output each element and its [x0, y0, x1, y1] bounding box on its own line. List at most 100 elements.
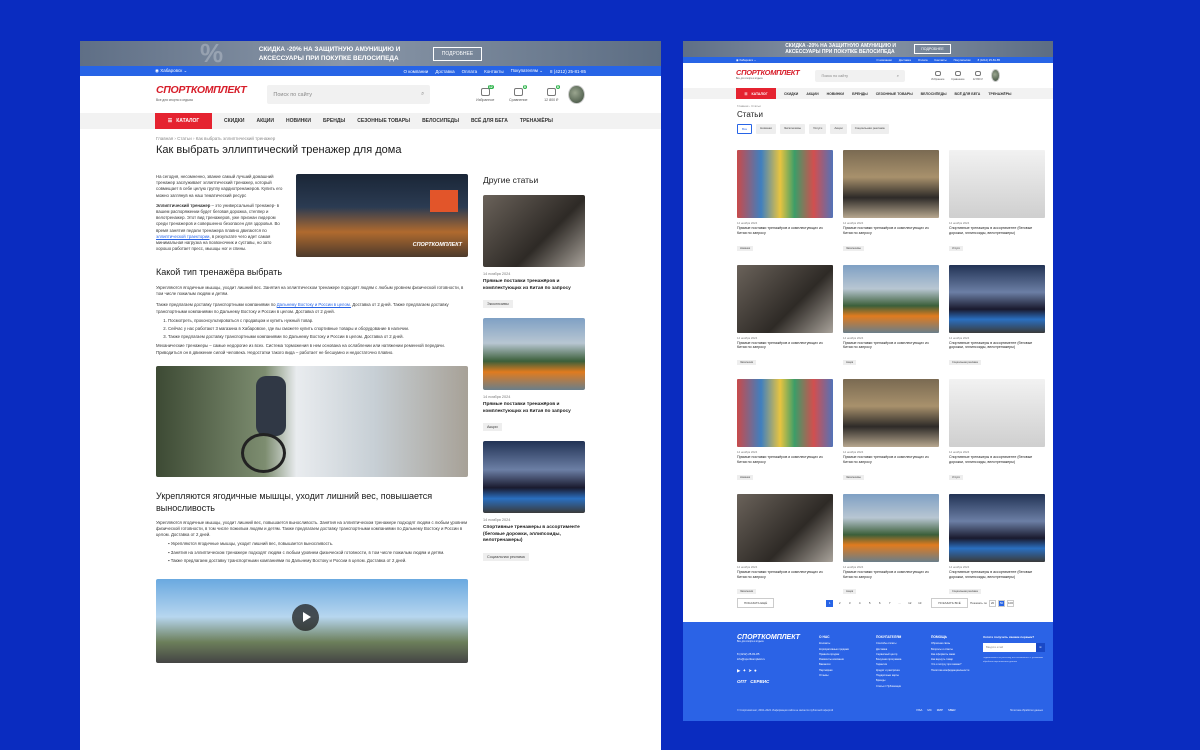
catalog-button[interactable]: ☰ КАТАЛОГ: [736, 88, 776, 99]
favorites-button[interactable]: 12 Избранное: [474, 84, 496, 102]
breadcrumb[interactable]: Главная › Статьи: [683, 99, 1053, 108]
card-tag[interactable]: Акция: [843, 589, 857, 595]
page-button[interactable]: 12: [906, 600, 913, 607]
nav-item[interactable]: ВЕЛОСИПЕДЫ: [422, 118, 459, 124]
favorites-button[interactable]: Избранное: [931, 70, 945, 81]
footer-link[interactable]: Отзывы: [819, 673, 849, 678]
article-card[interactable]: 14 ноября 2024 Прямые поставки тренажёров…: [737, 493, 833, 598]
card-image[interactable]: [843, 150, 939, 218]
card-tag[interactable]: Услуги: [949, 474, 963, 480]
avatar[interactable]: [568, 85, 585, 104]
cycling-video[interactable]: [156, 579, 468, 664]
card-title[interactable]: Прямые поставки тренажёров и комплектующ…: [737, 226, 833, 236]
card-tag[interactable]: Новинки: [737, 474, 754, 480]
compare-button[interactable]: Сравнение: [951, 70, 965, 81]
card-title[interactable]: Спортивные тренажеры в ассортименте (бег…: [949, 570, 1045, 580]
card-image[interactable]: [949, 150, 1045, 218]
article-card[interactable]: 14 ноября 2024 Прямые поставки тренажёров…: [843, 379, 939, 483]
search-icon[interactable]: ⌕: [897, 74, 899, 78]
page-button[interactable]: 6: [876, 600, 883, 607]
avatar[interactable]: [990, 69, 1000, 82]
inline-link[interactable]: Дальнему Востоку и России в целом.: [277, 302, 351, 307]
site-logo[interactable]: СПОРТКОМПЛЕКТ Все для спорта и отдыха: [736, 68, 800, 83]
nav-item[interactable]: НОВИНКИ: [827, 92, 844, 96]
catalog-button[interactable]: ☰ КАТАЛОГ: [155, 113, 212, 129]
card-title[interactable]: Прямые поставки тренажёров и комплектующ…: [737, 455, 833, 465]
article-card[interactable]: 14 ноября 2024 Спортивные тренажеры в асс…: [949, 493, 1045, 598]
promo-banner[interactable]: СКИДКА -20% НА ЗАЩИТНУЮ АМУНИЦИЮ И АКСЕС…: [683, 41, 1053, 57]
article-card[interactable]: 14 ноября 2024 Прямые поставки тренажёров…: [737, 264, 833, 369]
card-title[interactable]: Прямые поставки тренажёров и комплектующ…: [843, 570, 939, 580]
card-tag[interactable]: Акция: [843, 360, 857, 366]
article-card[interactable]: 14 ноября 2024 Спортивные тренажеры в асс…: [949, 264, 1045, 369]
page-button[interactable]: 5: [866, 600, 873, 607]
topbar-link-customers[interactable]: Покупателям: [954, 58, 971, 62]
card-title[interactable]: Прямые поставки тренажёров и комплектующ…: [737, 570, 833, 580]
article-card[interactable]: 14 ноября 2024 Прямые поставки тренажёро…: [483, 195, 585, 310]
article-card[interactable]: 14 ноября 2024 Прямые поставки тренажёров…: [843, 493, 939, 598]
topbar-link-contacts[interactable]: Контакты: [484, 69, 503, 74]
article-card[interactable]: 14 ноября 2024 Спортивные тренажеры в ас…: [483, 441, 585, 563]
article-card[interactable]: 14 ноября 2024 Прямые поставки тренажёров…: [737, 379, 833, 483]
page-button[interactable]: 13: [916, 600, 923, 607]
footer-link[interactable]: Статьи / Публикации: [876, 684, 901, 689]
show-more-button[interactable]: ПОКАЗАТЬ ЕЩЁ: [737, 598, 775, 608]
card-title[interactable]: Прямые поставки тренажёров и комплектующ…: [483, 279, 585, 292]
card-title[interactable]: Спортивные тренажеры в ассортименте (бег…: [949, 341, 1045, 351]
card-image[interactable]: [483, 195, 585, 267]
article-card[interactable]: 14 ноября 2024 Спортивные тренажеры в асс…: [949, 150, 1045, 254]
card-tag[interactable]: Социальная реклама: [949, 589, 981, 595]
topbar-link-delivery[interactable]: Доставка: [899, 58, 911, 62]
filter-chip[interactable]: Эксклюзивы: [779, 124, 806, 134]
cart-button[interactable]: 8 12 800 ₽: [540, 84, 562, 102]
topbar-link-about[interactable]: О компании: [876, 58, 891, 62]
topbar-link-payment[interactable]: Оплата: [462, 69, 477, 74]
cart-button[interactable]: 12 800 ₽: [971, 70, 985, 81]
card-title[interactable]: Спортивные тренажеры в ассортименте (бег…: [949, 455, 1045, 465]
promo-banner[interactable]: % СКИДКА -20% НА ЗАЩИТНУЮ АМУНИЦИЮ И АКС…: [80, 41, 661, 66]
nav-item[interactable]: СКИДКИ: [224, 118, 244, 124]
city-selector[interactable]: ◉ Хабаровск ⌄: [736, 58, 869, 62]
topbar-phone[interactable]: 8 (4212) 25-81-85: [978, 58, 1000, 62]
card-image[interactable]: [737, 150, 833, 218]
card-tag[interactable]: Эксклюзивы: [483, 300, 513, 308]
card-image[interactable]: [843, 264, 939, 333]
article-card[interactable]: 14 ноября 2024 Прямые поставки тренажёров…: [843, 150, 939, 254]
topbar-phone[interactable]: 8 (4212) 25-81-85: [550, 69, 586, 74]
page-button[interactable]: 4: [856, 600, 863, 607]
article-card[interactable]: 14 ноября 2024 Прямые поставки тренажёров…: [737, 150, 833, 254]
show-all-button[interactable]: ПОКАЗАТЬ ВСЁ: [931, 598, 968, 608]
card-image[interactable]: [949, 264, 1045, 333]
nav-item[interactable]: СЕЗОННЫЕ ТОВАРЫ: [876, 92, 913, 96]
page-button[interactable]: 2: [836, 600, 843, 607]
card-image[interactable]: [483, 318, 585, 390]
topbar-link-about[interactable]: О компании: [403, 69, 428, 74]
card-title[interactable]: Прямые поставки тренажёров и комплектующ…: [843, 455, 939, 465]
newsletter-email-input[interactable]: Введите email ✉: [983, 643, 1045, 652]
send-icon[interactable]: ✉: [1036, 643, 1045, 652]
card-tag[interactable]: Социальная реклама: [949, 360, 981, 366]
card-tag[interactable]: Эксклюзивы: [843, 474, 864, 480]
nav-item[interactable]: АКЦИИ: [806, 92, 818, 96]
compare-button[interactable]: 8 Сравнение: [507, 84, 529, 102]
card-title[interactable]: Прямые поставки тренажёров и комплектующ…: [737, 341, 833, 351]
card-tag[interactable]: Новинки: [737, 245, 754, 251]
search-input[interactable]: Поиск по сайту ⌕: [267, 85, 431, 104]
footer-email[interactable]: info@sportkomplekt.ru: [737, 657, 765, 662]
card-title[interactable]: Прямые поставки тренажёров и комплектующ…: [483, 402, 585, 415]
filter-chip[interactable]: Услуги: [809, 124, 827, 134]
card-image[interactable]: [737, 264, 833, 333]
card-image[interactable]: [737, 379, 833, 448]
breadcrumb[interactable]: Главная › Статьи › Как выбрать эллиптиче…: [80, 129, 661, 141]
card-image[interactable]: [843, 379, 939, 448]
card-tag[interactable]: Акции: [483, 423, 502, 431]
nav-item[interactable]: СКИДКИ: [784, 92, 798, 96]
nav-item[interactable]: БРЕНДЫ: [323, 118, 345, 124]
per-page-option[interactable]: 20: [989, 599, 996, 607]
topbar-link-contacts[interactable]: Контакты: [935, 58, 947, 62]
page-button[interactable]: 7: [886, 600, 893, 607]
filter-chip[interactable]: Социальная реклама: [850, 124, 889, 134]
card-tag[interactable]: Эксклюзив: [737, 360, 756, 366]
nav-item[interactable]: НОВИНКИ: [286, 118, 311, 124]
card-tag[interactable]: Услуги: [949, 245, 963, 251]
